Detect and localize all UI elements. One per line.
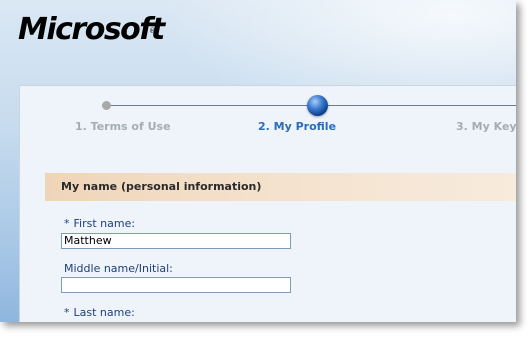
first-name-label-text: First name: — [73, 217, 136, 230]
last-name-label-text: Last name: — [73, 306, 135, 319]
wizard-step-my-keywords: 3. My Keyw — [456, 120, 516, 133]
last-name-label: * Last name: — [64, 306, 135, 319]
first-name-label: * First name: — [64, 217, 135, 230]
step-1-completed-dot-icon — [102, 101, 111, 110]
current-step-ball-icon — [307, 95, 328, 116]
middle-name-label: Middle name/Initial: — [64, 262, 173, 275]
browser-window: Microsoft ® 1. Terms of Use 2. My Profil… — [0, 0, 516, 322]
first-name-input[interactable] — [61, 233, 291, 249]
wizard-step-terms-of-use[interactable]: 1. Terms of Use — [75, 120, 171, 133]
section-header: My name (personal information) — [45, 173, 516, 201]
middle-name-input[interactable] — [61, 277, 291, 293]
required-marker: * — [64, 306, 70, 319]
microsoft-logo: Microsoft — [18, 12, 165, 47]
trademark-symbol: ® — [149, 27, 156, 35]
section-title: My name (personal information) — [61, 180, 262, 193]
wizard-step-my-profile: 2. My Profile — [258, 120, 337, 133]
middle-name-label-text: Middle name/Initial: — [64, 262, 173, 275]
required-marker: * — [64, 217, 70, 230]
